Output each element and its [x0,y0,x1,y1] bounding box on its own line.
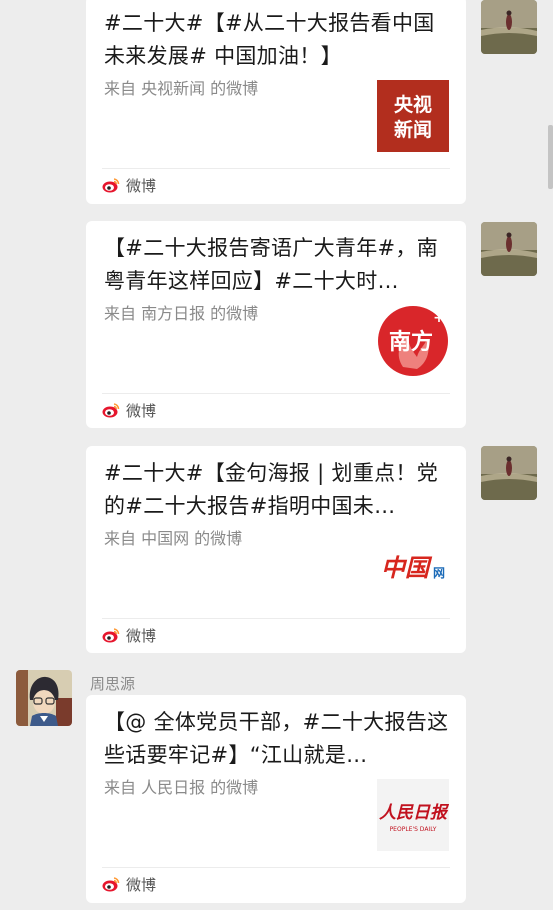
message-title: #二十大#【金句海报 | 划重点！党的#二十大报告#指明中国未… [104,461,439,518]
china-net-logo-small: 网 [433,566,445,580]
message-source: 来自 中国网 的微博 [104,529,243,548]
weibo-icon [102,178,120,193]
message-source: 来自 人民日报 的微博 [104,778,259,797]
message-card-1[interactable]: #二十大#【#从二十大报告看中国未来发展# 中国加油！】 来自 央视新闻 的微博… [86,0,466,204]
weibo-source-footer: 微博 [102,174,156,196]
message-card-3[interactable]: #二十大#【金句海报 | 划重点！党的#二十大报告#指明中国未… 来自 中国网 … [86,446,466,653]
peoples-daily-thumbnail: 人民日报 PEOPLE'S DAILY [377,779,450,851]
message-source: 来自 央视新闻 的微博 [104,79,259,98]
self-avatar[interactable] [481,222,537,276]
weibo-source-footer: 微博 [102,399,156,421]
card-divider [102,618,450,619]
weibo-icon [102,403,120,418]
message-title: 【@ 全体党员干部，#二十大报告这些话要牢记#】“江山就是… [104,710,449,767]
message-card-4[interactable]: 【@ 全体党员干部，#二十大报告这些话要牢记#】“江山就是… 来自 人民日报 的… [86,695,466,903]
cctv-logo-top: 央视 [394,93,432,116]
card-divider [102,867,450,868]
sender-avatar[interactable] [16,670,72,726]
self-avatar[interactable] [481,0,537,54]
cctv-news-thumbnail: 央视 新闻 [377,80,449,152]
message-title: #二十大#【#从二十大报告看中国未来发展# 中国加油！】 [104,11,435,68]
china-net-thumbnail: 中国 网 [377,530,449,602]
weibo-icon [102,877,120,892]
weibo-source-footer: 微博 [102,624,156,646]
peoples-daily-logo-text: 人民日报 [379,803,449,823]
weibo-icon [102,628,120,643]
scrollbar-thumb[interactable] [548,125,553,189]
footer-label: 微博 [126,626,157,645]
nanfang-daily-thumbnail: 南方 + [377,305,449,377]
svg-text:+: + [433,310,445,326]
sender-name: 周思源 [90,675,136,693]
message-card-2[interactable]: 【#二十大报告寄语广大青年#，南粤青年这样回应】#二十大时… 来自 南方日报 的… [86,221,466,428]
china-net-logo-text: 中国 [381,553,433,582]
footer-label: 微博 [126,401,157,420]
message-title: 【#二十大报告寄语广大青年#，南粤青年这样回应】#二十大时… [104,236,438,293]
peoples-daily-logo-small: PEOPLE'S DAILY [390,826,437,833]
footer-label: 微博 [126,176,157,195]
weibo-source-footer: 微博 [102,873,156,895]
nanfang-logo-text: 南方 [389,329,433,355]
card-divider [102,393,450,394]
message-source: 来自 南方日报 的微博 [104,304,259,323]
footer-label: 微博 [126,875,157,894]
cctv-logo-bottom: 新闻 [394,118,432,141]
self-avatar[interactable] [481,446,537,500]
card-divider [102,168,450,169]
